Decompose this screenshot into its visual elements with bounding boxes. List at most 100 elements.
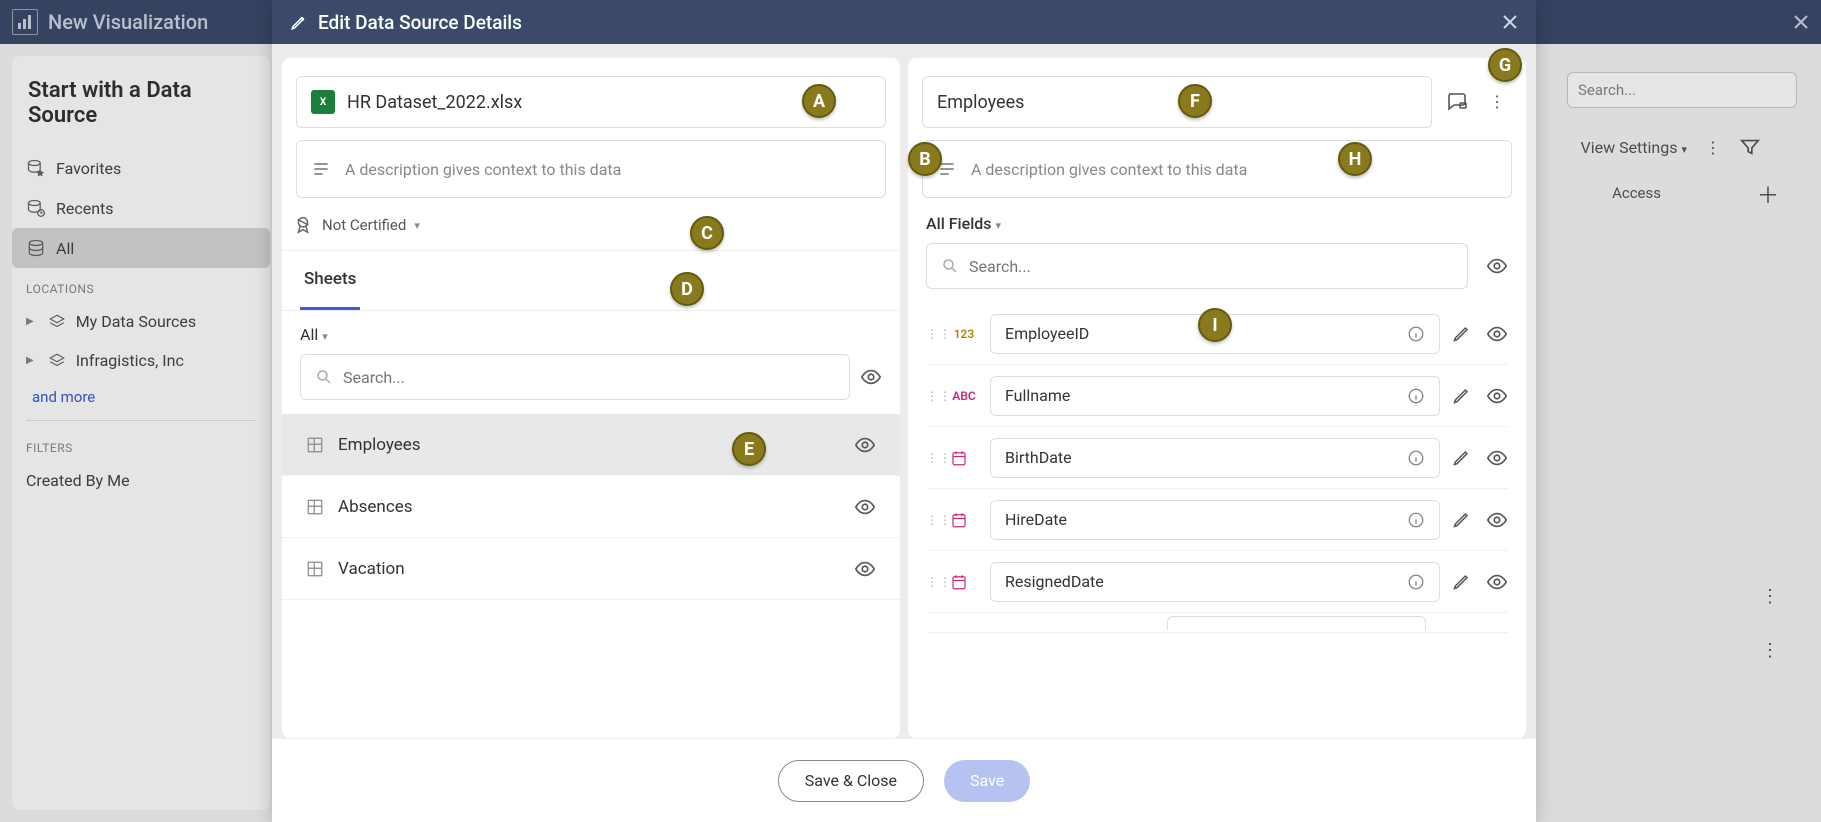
- field-name: EmployeeID: [1005, 324, 1089, 343]
- type-date-icon: [950, 511, 978, 529]
- pencil-icon: [290, 13, 308, 31]
- field-name-box[interactable]: HireDate: [990, 500, 1440, 540]
- info-icon: [1407, 387, 1425, 405]
- visibility-toggle[interactable]: [854, 496, 876, 518]
- edit-field-button[interactable]: [1452, 571, 1472, 593]
- visibility-toggle[interactable]: [1486, 509, 1508, 531]
- grid-icon: [306, 436, 324, 454]
- sheet-item[interactable]: Employees: [282, 414, 900, 476]
- callout-C: C: [690, 216, 724, 250]
- edit-field-button[interactable]: [1452, 385, 1472, 407]
- info-icon: [1407, 449, 1425, 467]
- sheet-more-menu[interactable]: ⋮: [1482, 86, 1512, 116]
- chevron-down-icon: ▾: [322, 330, 328, 343]
- info-button[interactable]: [1407, 387, 1425, 405]
- field-name: ResignedDate: [1005, 572, 1104, 591]
- certification-dropdown[interactable]: Not Certified ▾: [282, 198, 900, 251]
- eye-icon: [854, 434, 876, 456]
- pencil-icon: [1452, 571, 1472, 591]
- visibility-toggle[interactable]: [854, 558, 876, 580]
- info-button[interactable]: [1407, 325, 1425, 343]
- callout-I: I: [1198, 308, 1232, 342]
- description-placeholder: A description gives context to this data: [971, 160, 1247, 179]
- sheet-label: Employees: [338, 435, 421, 455]
- sheet-name-row: [922, 76, 1432, 128]
- grid-icon: [306, 560, 324, 578]
- visibility-toggle[interactable]: [1486, 323, 1508, 345]
- drag-handle[interactable]: ⋮⋮: [926, 575, 938, 589]
- drag-handle[interactable]: ⋮⋮: [926, 513, 938, 527]
- sheets-filter-dropdown[interactable]: All ▾: [282, 311, 900, 354]
- sheets-tabs: Sheets: [282, 251, 900, 311]
- field-name-box[interactable]: ResignedDate: [990, 562, 1440, 602]
- sheets-search-input[interactable]: [300, 354, 850, 400]
- visibility-toggle[interactable]: [1486, 385, 1508, 407]
- tab-sheets[interactable]: Sheets: [300, 251, 360, 310]
- type-number-icon: 123: [950, 327, 978, 341]
- eye-icon: [1486, 323, 1508, 345]
- field-name: Fullname: [1005, 386, 1070, 405]
- excel-icon: X: [311, 90, 335, 114]
- drag-handle[interactable]: ⋮⋮: [926, 327, 938, 341]
- fields-search-input[interactable]: [926, 243, 1468, 289]
- visibility-toggle[interactable]: [1486, 255, 1508, 277]
- sheet-detail-panel: ⋮ A description gives context to this da…: [908, 58, 1526, 738]
- eye-icon: [1486, 385, 1508, 407]
- edit-field-button[interactable]: [1452, 509, 1472, 531]
- visibility-toggle[interactable]: [1486, 447, 1508, 469]
- type-date-icon: [950, 573, 978, 591]
- save-button[interactable]: Save: [944, 760, 1030, 802]
- sheet-item[interactable]: Vacation: [282, 538, 900, 600]
- visibility-toggle[interactable]: [1486, 571, 1508, 593]
- sheet-item[interactable]: Absences: [282, 476, 900, 538]
- callout-E: E: [732, 432, 766, 466]
- callout-H: H: [1338, 142, 1372, 176]
- field-name-box[interactable]: Fullname: [990, 376, 1440, 416]
- chevron-down-icon: ▾: [996, 219, 1002, 232]
- certification-label: Not Certified: [322, 216, 406, 234]
- drag-handle[interactable]: ⋮⋮: [926, 451, 938, 465]
- close-icon: [1502, 14, 1518, 30]
- eye-icon: [1486, 571, 1508, 593]
- type-string-icon: ABC: [950, 389, 978, 403]
- info-button[interactable]: [1407, 573, 1425, 591]
- edit-field-button[interactable]: [1452, 447, 1472, 469]
- sheet-description-row[interactable]: A description gives context to this data: [922, 140, 1512, 198]
- field-name: HireDate: [1005, 510, 1067, 529]
- field-row: ⋮⋮ BirthDate: [926, 427, 1508, 489]
- pencil-icon: [1452, 509, 1472, 529]
- datasource-description-row[interactable]: A description gives context to this data: [296, 140, 886, 198]
- badge-icon: [292, 214, 314, 236]
- drag-handle[interactable]: ⋮⋮: [926, 389, 938, 403]
- pencil-icon: [1452, 447, 1472, 467]
- edit-datasource-modal: Edit Data Source Details X A description…: [272, 0, 1536, 822]
- info-button[interactable]: [1407, 449, 1425, 467]
- chat-icon: [1445, 89, 1469, 113]
- eye-icon: [854, 558, 876, 580]
- chevron-down-icon: ▾: [414, 219, 420, 232]
- modal-close-button[interactable]: [1502, 14, 1518, 30]
- file-name-input[interactable]: [347, 92, 871, 113]
- sheet-name-input[interactable]: [937, 92, 1417, 113]
- info-button[interactable]: [1407, 511, 1425, 529]
- field-row-partial: [926, 613, 1508, 633]
- visibility-toggle[interactable]: [854, 434, 876, 456]
- sheet-list: Employees Absences Vacation: [282, 414, 900, 738]
- info-icon: [1407, 325, 1425, 343]
- field-name-box[interactable]: BirthDate: [990, 438, 1440, 478]
- eye-icon: [854, 496, 876, 518]
- save-close-button[interactable]: Save & Close: [778, 760, 924, 802]
- visibility-toggle[interactable]: [860, 366, 882, 388]
- ask-ai-button[interactable]: [1442, 86, 1472, 116]
- all-fields-dropdown[interactable]: All Fields ▾: [908, 198, 1526, 243]
- description-icon: [311, 159, 331, 179]
- sheet-label: Absences: [338, 497, 413, 517]
- callout-G: G: [1488, 48, 1522, 82]
- type-date-icon: [950, 449, 978, 467]
- search-icon: [941, 257, 959, 275]
- field-row: ⋮⋮ HireDate: [926, 489, 1508, 551]
- file-name-row: X: [296, 76, 886, 128]
- field-row: ⋮⋮ ABC Fullname: [926, 365, 1508, 427]
- eye-icon: [1486, 509, 1508, 531]
- edit-field-button[interactable]: [1452, 323, 1472, 345]
